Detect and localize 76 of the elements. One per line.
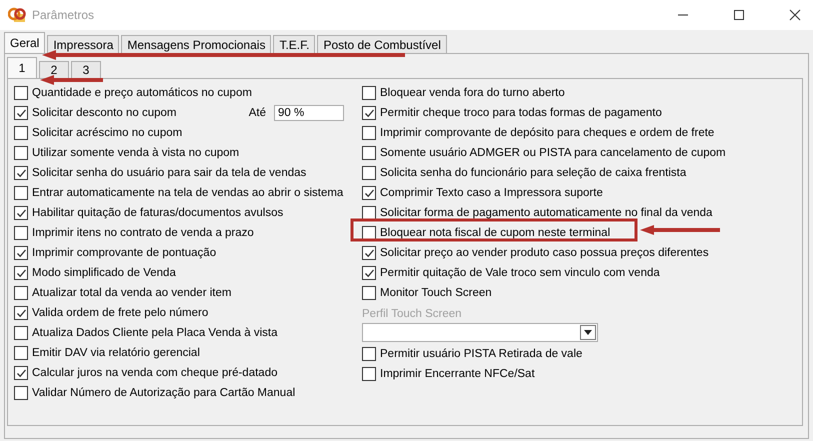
checkbox-label: Comprimir Texto caso a Impressora suporte [380,187,603,199]
checkbox[interactable] [14,306,28,320]
checkbox-label: Emitir DAV via relatório gerencial [32,347,200,359]
checkbox[interactable] [14,226,28,240]
checkbox-label: Imprimir Encerrante NFCe/Sat [380,368,535,380]
tab[interactable]: 3 [71,61,101,78]
checkbox[interactable] [362,146,376,160]
checkbox[interactable] [14,146,28,160]
checkbox[interactable] [362,186,376,200]
checkbox-label: Bloquear venda fora do turno aberto [380,87,565,99]
checkbox[interactable] [362,266,376,280]
tab[interactable]: Mensagens Promocionais [121,35,272,53]
checkbox-label: Imprimir itens no contrato de venda a prazo [32,227,254,239]
window-title: Parâmetros [32,8,94,22]
tab[interactable]: 2 [39,61,69,78]
checkbox[interactable] [14,326,28,340]
maximize-icon[interactable] [733,9,745,21]
checkbox-label: Atualiza Dados Cliente pela Placa Venda à vista [32,327,278,339]
checkbox[interactable] [14,346,28,360]
checkbox[interactable] [362,106,376,120]
checkbox-label: Permitir quitação de Vale troco sem vinculo com venda [380,267,660,279]
checkbox[interactable] [14,386,28,400]
checkbox-label: Atualizar total da venda ao vender item [32,287,232,299]
checkbox-label: Somente usuário ADMGER ou PISTA para cancelamento de cupom [380,147,726,159]
checkbox-label: Quantidade e preço automáticos no cupom [32,87,252,99]
dropdown-button[interactable] [580,325,596,340]
checkbox-label: Solicitar acréscimo no cupom [32,127,182,139]
checkbox-label: Solicitar preço ao vender produto caso possua preços diferentes [380,247,709,259]
checkbox[interactable] [14,186,28,200]
checkbox[interactable] [362,367,376,381]
checkbox-label: Solicitar senha do usuário para sair da tela de vendas [32,167,306,179]
checkbox-label: Valida ordem de frete pelo número [32,307,208,319]
checkbox[interactable] [14,126,28,140]
checkbox[interactable] [362,206,376,220]
checkbox-label: Solicitar forma de pagamento automaticamente no final da venda [380,207,712,219]
checkbox[interactable] [14,286,28,300]
app-logo-icon [8,7,26,23]
checkbox-label: Monitor Touch Screen [380,287,492,299]
checkbox[interactable] [14,246,28,260]
tab[interactable]: 1 [7,57,37,78]
checkbox-label: Imprimir comprovante de pontuação [32,247,216,259]
checkbox-label: Permitir cheque troco para todas formas de pagamento [380,107,662,119]
checkbox[interactable] [14,206,28,220]
checkbox[interactable] [362,226,376,240]
checkbox-label: Habilitar quitação de faturas/documentos avulsos [32,207,284,219]
checkbox-label: Entrar automaticamente na tela de vendas ao abrir o sistema [32,187,344,199]
checkbox[interactable] [362,86,376,100]
close-icon[interactable] [789,9,801,21]
checkbox-label: Calcular juros na venda com cheque pré-datado [32,367,278,379]
input-field[interactable]: 90 % [274,105,344,121]
checkbox[interactable] [14,166,28,180]
arrow-annotation [40,75,103,85]
tab[interactable]: Geral [4,32,46,53]
field-label: Perfil Touch Screen [362,307,463,322]
checkbox-label: Utilizar somente venda à vista no cupom [32,147,240,159]
checkbox[interactable] [14,266,28,280]
checkbox-label: Solicitar desconto no cupom [32,107,176,119]
checkbox-label: Permitir usuário PISTA Retirada de vale [380,348,582,360]
checkbox-label: Solicita senha do funcionário para seleção de caixa frentista [380,167,686,179]
checkbox[interactable] [362,347,376,361]
tab[interactable]: T.E.F. [273,35,316,53]
tab[interactable]: Impressora [47,35,120,53]
checkbox-label: Bloquear nota fiscal de cupom neste terminal [380,227,610,239]
field-label: Até [248,107,266,119]
checkbox[interactable] [362,166,376,180]
checkbox[interactable] [362,126,376,140]
checkbox[interactable] [362,286,376,300]
checkbox[interactable] [14,366,28,380]
checkbox[interactable] [14,106,28,120]
checkbox-label: Modo simplificado de Venda [32,267,176,279]
checkbox-label: Imprimir comprovante de depósito para cheques e ordem de frete [380,127,714,139]
checkbox-label: Validar Número de Autorização para Cartão Manual [32,387,296,399]
checkbox[interactable] [14,86,28,100]
tab[interactable]: Posto de Combustível [317,35,447,53]
caret-icon [584,330,592,335]
checkbox[interactable] [362,246,376,260]
